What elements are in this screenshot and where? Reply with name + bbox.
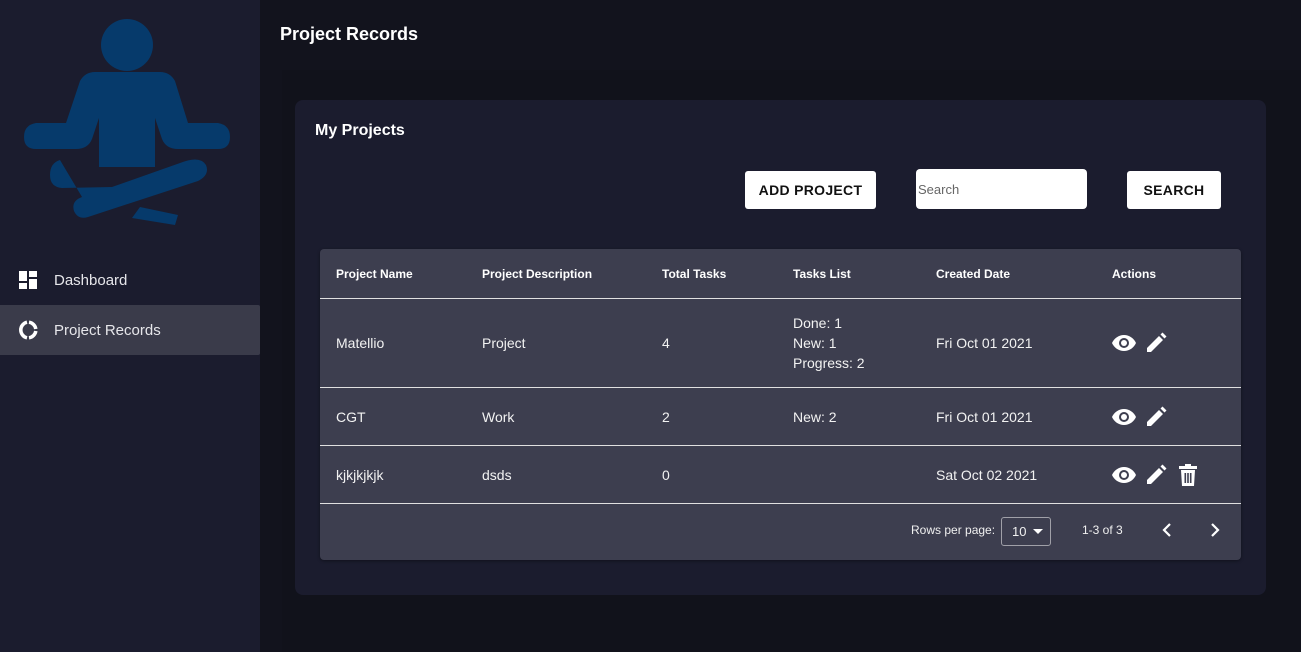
eye-icon[interactable]	[1112, 463, 1136, 487]
rows-per-page-select[interactable]: 10	[1001, 517, 1051, 546]
sidebar: Dashboard Project Records	[0, 0, 260, 652]
dashboard-icon	[18, 270, 38, 290]
chevron-left-icon[interactable]	[1155, 518, 1179, 542]
table-row[interactable]: CGT Work 2 New: 2 Fri Oct 01 2021	[320, 388, 1241, 446]
task-count: Progress: 2	[793, 355, 865, 371]
pencil-icon[interactable]	[1144, 463, 1168, 487]
pencil-icon[interactable]	[1144, 331, 1168, 355]
tasks-list: Done: 1 New: 1 Progress: 2	[793, 299, 865, 387]
task-count: New: 2	[793, 408, 837, 425]
search-button[interactable]: SEARCH	[1127, 171, 1221, 209]
sidebar-item-project-records[interactable]: Project Records	[0, 305, 260, 355]
card-title: My Projects	[315, 122, 405, 139]
rows-per-page-value: 10	[1012, 524, 1027, 539]
project-name: Matellio	[336, 335, 385, 351]
sidebar-item-label: Dashboard	[54, 271, 128, 289]
project-name: kjkjkjkjk	[336, 466, 384, 483]
page-title: Project Records	[280, 24, 419, 44]
row-actions	[1112, 299, 1168, 387]
trash-icon[interactable]	[1176, 463, 1200, 487]
table-header: Project Name Project Description Total T…	[320, 249, 1241, 299]
total-tasks: 4	[662, 335, 670, 351]
app: Dashboard Project Records Project Record…	[0, 0, 1301, 652]
task-count: New: 1	[793, 335, 837, 351]
eye-icon[interactable]	[1112, 405, 1136, 429]
tasks-list: New: 2	[793, 388, 837, 445]
project-description: Project	[482, 335, 526, 351]
page-range: 1-3 of 3	[1082, 523, 1123, 537]
caret-down-icon	[1033, 529, 1043, 534]
created-date: Sat Oct 02 2021	[936, 466, 1038, 483]
chevron-right-icon[interactable]	[1203, 518, 1227, 542]
projects-card: My Projects ADD PROJECT SEARCH Project N…	[295, 100, 1266, 595]
total-tasks: 0	[662, 466, 670, 483]
sidebar-item-label: Project Records	[54, 321, 161, 339]
project-description: dsds	[482, 466, 512, 483]
rows-per-page-label: Rows per page:	[911, 523, 996, 537]
column-header: Created Date	[936, 266, 1011, 281]
projects-table: Project Name Project Description Total T…	[320, 249, 1241, 560]
donut-chart-icon	[18, 320, 38, 340]
column-header: Project Name	[336, 266, 413, 281]
created-date: Fri Oct 01 2021	[936, 335, 1033, 351]
eye-icon[interactable]	[1112, 331, 1136, 355]
table-row[interactable]: kjkjkjkjk dsds 0 Sat Oct 02 2021	[320, 446, 1241, 504]
column-header: Project Description	[482, 266, 593, 281]
row-actions	[1112, 388, 1168, 445]
add-project-button[interactable]: ADD PROJECT	[745, 171, 876, 209]
meditation-logo-icon	[20, 15, 235, 230]
pencil-icon[interactable]	[1144, 405, 1168, 429]
sidebar-item-dashboard[interactable]: Dashboard	[0, 255, 260, 305]
search-input[interactable]	[916, 169, 1087, 209]
project-name: CGT	[336, 408, 366, 425]
table-pagination: Rows per page: 10 1-3 of 3	[320, 503, 1241, 560]
column-header: Actions	[1112, 266, 1157, 281]
row-actions	[1112, 446, 1200, 503]
project-description: Work	[482, 408, 515, 425]
created-date: Fri Oct 01 2021	[936, 408, 1033, 425]
total-tasks: 2	[662, 408, 670, 425]
column-header: Total Tasks	[662, 266, 727, 281]
column-header: Tasks List	[793, 266, 851, 281]
table-row[interactable]: Matellio Project 4 Done: 1 New: 1 Progre…	[320, 299, 1241, 388]
task-count: Done: 1	[793, 315, 843, 331]
